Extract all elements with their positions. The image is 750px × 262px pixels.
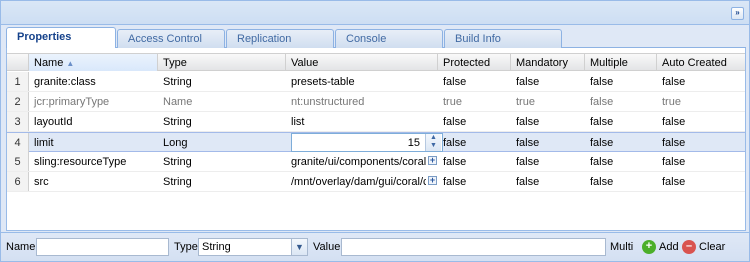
grid-header: Name ▲ Type Value Protected Mandatory Mul… [7,53,745,71]
tab-replication[interactable]: Replication [226,29,334,48]
tab-strip: Properties Access Control Replication Co… [6,27,746,49]
row-number: 3 [7,112,29,131]
cell-auto-created: false [662,116,686,128]
cell-type[interactable]: String [158,172,286,191]
sort-asc-icon: ▲ [66,59,75,68]
tab-console[interactable]: Console [335,29,443,48]
header-multiple[interactable]: Multiple [585,54,657,71]
row-number: 2 [7,92,29,111]
value-label: Value [313,241,341,253]
cell-mandatory: false [516,76,540,88]
multi-label[interactable]: Multi [610,241,633,253]
cell-protected: false [443,176,467,188]
cell-name[interactable]: sling:resourceType [29,152,158,171]
tab-properties[interactable]: Properties [6,27,116,49]
cell-auto-created: false [662,176,686,188]
header-auto-created[interactable]: Auto Created [657,54,745,71]
editor-value[interactable]: 15 [408,137,420,149]
table-row[interactable]: 1 granite:class String presets-table fal… [7,72,745,92]
cell-multiple: false [590,76,614,88]
expand-value-icon[interactable]: + [428,156,437,165]
chevron-down-icon[interactable]: ▼ [291,239,307,255]
row-number: 1 [7,72,29,91]
clear-button[interactable]: – Clear [682,239,725,255]
value-number-editor[interactable]: 15 ▲ ▼ [291,133,443,152]
header-value[interactable]: Value [286,54,438,71]
type-select-value: String [202,241,231,253]
cell-type[interactable]: Name [158,92,286,111]
panel-toolbar: » [1,1,749,25]
table-row[interactable]: 3 layoutId String list false false false… [7,112,745,132]
cell-mandatory: false [516,156,540,168]
cell-multiple: false [590,116,614,128]
row-number: 4 [7,133,29,152]
tab-build-info[interactable]: Build Info [444,29,562,48]
header-mandatory[interactable]: Mandatory [511,54,585,71]
properties-grid: Name ▲ Type Value Protected Mandatory Mul… [6,48,746,231]
header-rownum [7,54,29,71]
clear-icon: – [682,240,696,254]
row-number: 5 [7,152,29,171]
cell-type[interactable]: String [158,112,286,131]
header-type[interactable]: Type [158,54,286,71]
table-row-selected[interactable]: 4 limit Long 15 ▲ ▼ false false false fa… [7,132,745,152]
cell-value[interactable]: granite/ui/components/coral/... [286,152,426,171]
tab-access-control[interactable]: Access Control [117,29,225,48]
cell-name[interactable]: limit [29,133,158,152]
cell-mandatory: false [516,176,540,188]
value-input[interactable] [341,238,606,256]
cell-value[interactable]: presets-table [286,72,438,91]
add-icon: + [642,240,656,254]
cell-protected: false [443,156,467,168]
type-select[interactable]: String ▼ [198,238,308,256]
cell-auto-created: false [662,156,686,168]
cell-type[interactable]: String [158,152,286,171]
name-label: Name [6,241,36,253]
name-input[interactable] [36,238,169,256]
cell-value[interactable]: /mnt/overlay/dam/gui/coral/c... [286,172,426,191]
cell-name[interactable]: src [29,172,158,191]
cell-protected: false [443,137,467,149]
row-number: 6 [7,172,29,191]
table-row[interactable]: 6 src String /mnt/overlay/dam/gui/coral/… [7,172,745,192]
add-property-bar: Name Type String ▼ Value Multi + Add – C… [1,232,749,261]
cell-mandatory: true [516,96,535,108]
expand-value-icon[interactable]: + [428,176,437,185]
cell-protected: false [443,76,467,88]
header-protected[interactable]: Protected [438,54,511,71]
cell-name[interactable]: granite:class [29,72,158,91]
cell-name[interactable]: layoutId [29,112,158,131]
cell-value[interactable]: nt:unstructured [286,92,438,111]
cell-auto-created: false [662,137,686,149]
properties-panel: » Properties Access Control Replication … [0,0,750,262]
cell-protected: false [443,116,467,128]
cell-mandatory: false [516,137,540,149]
cell-multiple: false [590,137,614,149]
cell-value[interactable]: list [286,112,438,131]
type-label: Type [174,241,198,253]
cell-multiple: false [590,96,614,108]
cell-multiple: false [590,156,614,168]
cell-auto-created: true [662,96,681,108]
table-row[interactable]: 5 sling:resourceType String granite/ui/c… [7,152,745,172]
add-button[interactable]: + Add [642,239,679,255]
cell-type[interactable]: Long [158,133,286,152]
cell-auto-created: false [662,76,686,88]
cell-name[interactable]: jcr:primaryType [29,92,158,111]
header-name[interactable]: Name ▲ [29,54,158,71]
table-row[interactable]: 2 jcr:primaryType Name nt:unstructured t… [7,92,745,112]
collapse-icon[interactable]: » [731,7,744,20]
cell-protected: true [443,96,462,108]
cell-mandatory: false [516,116,540,128]
cell-multiple: false [590,176,614,188]
cell-type[interactable]: String [158,72,286,91]
